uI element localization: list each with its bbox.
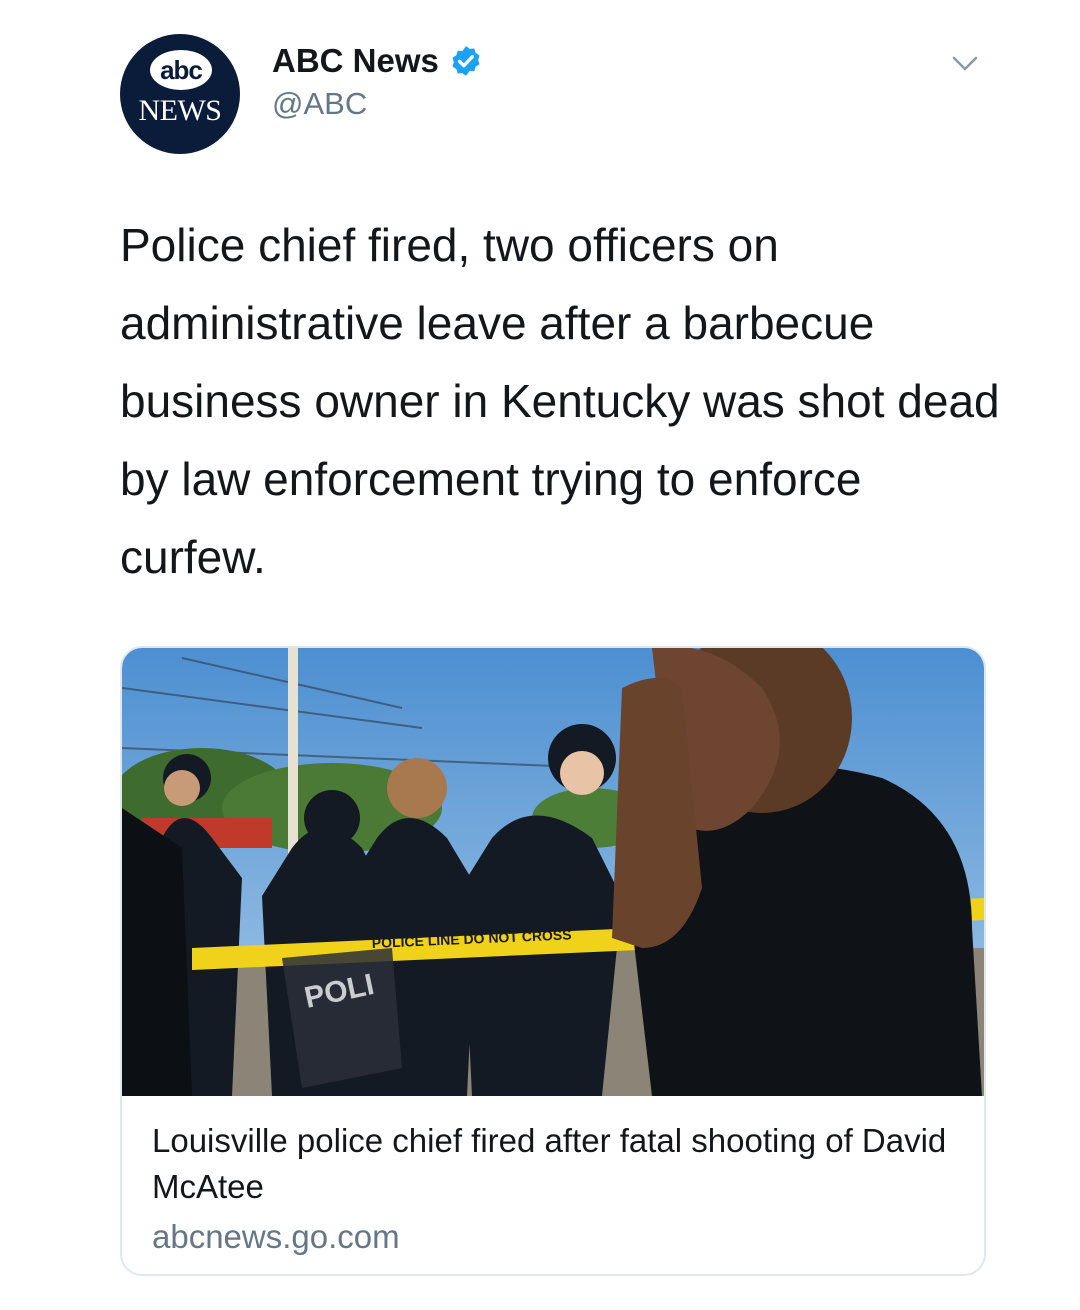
chevron-down-icon[interactable]: [950, 48, 980, 78]
link-card[interactable]: POLICE LINE DO NOT CROSS POLI Louisville…: [120, 646, 986, 1276]
news-photo-image[interactable]: POLICE LINE DO NOT CROSS POLI: [122, 648, 984, 1096]
display-name-row[interactable]: ABC News: [272, 42, 483, 80]
tweet-header: abc NEWS ABC News @ABC: [120, 24, 1000, 154]
card-body: Louisville police chief fired after fata…: [152, 1118, 952, 1256]
abc-logo-oval: abc: [150, 50, 212, 90]
card-title[interactable]: Louisville police chief fired after fata…: [152, 1118, 952, 1210]
author-handle[interactable]: @ABC: [272, 86, 483, 122]
abc-logo-word: NEWS: [138, 94, 223, 127]
verified-badge-icon: [452, 46, 480, 76]
card-domain[interactable]: abcnews.go.com: [152, 1218, 952, 1256]
tweet-text: Police chief fired, two officers on admi…: [120, 219, 1000, 583]
avatar[interactable]: abc NEWS: [120, 34, 240, 154]
display-name[interactable]: ABC News: [272, 42, 439, 80]
author-names: ABC News @ABC: [272, 42, 483, 122]
